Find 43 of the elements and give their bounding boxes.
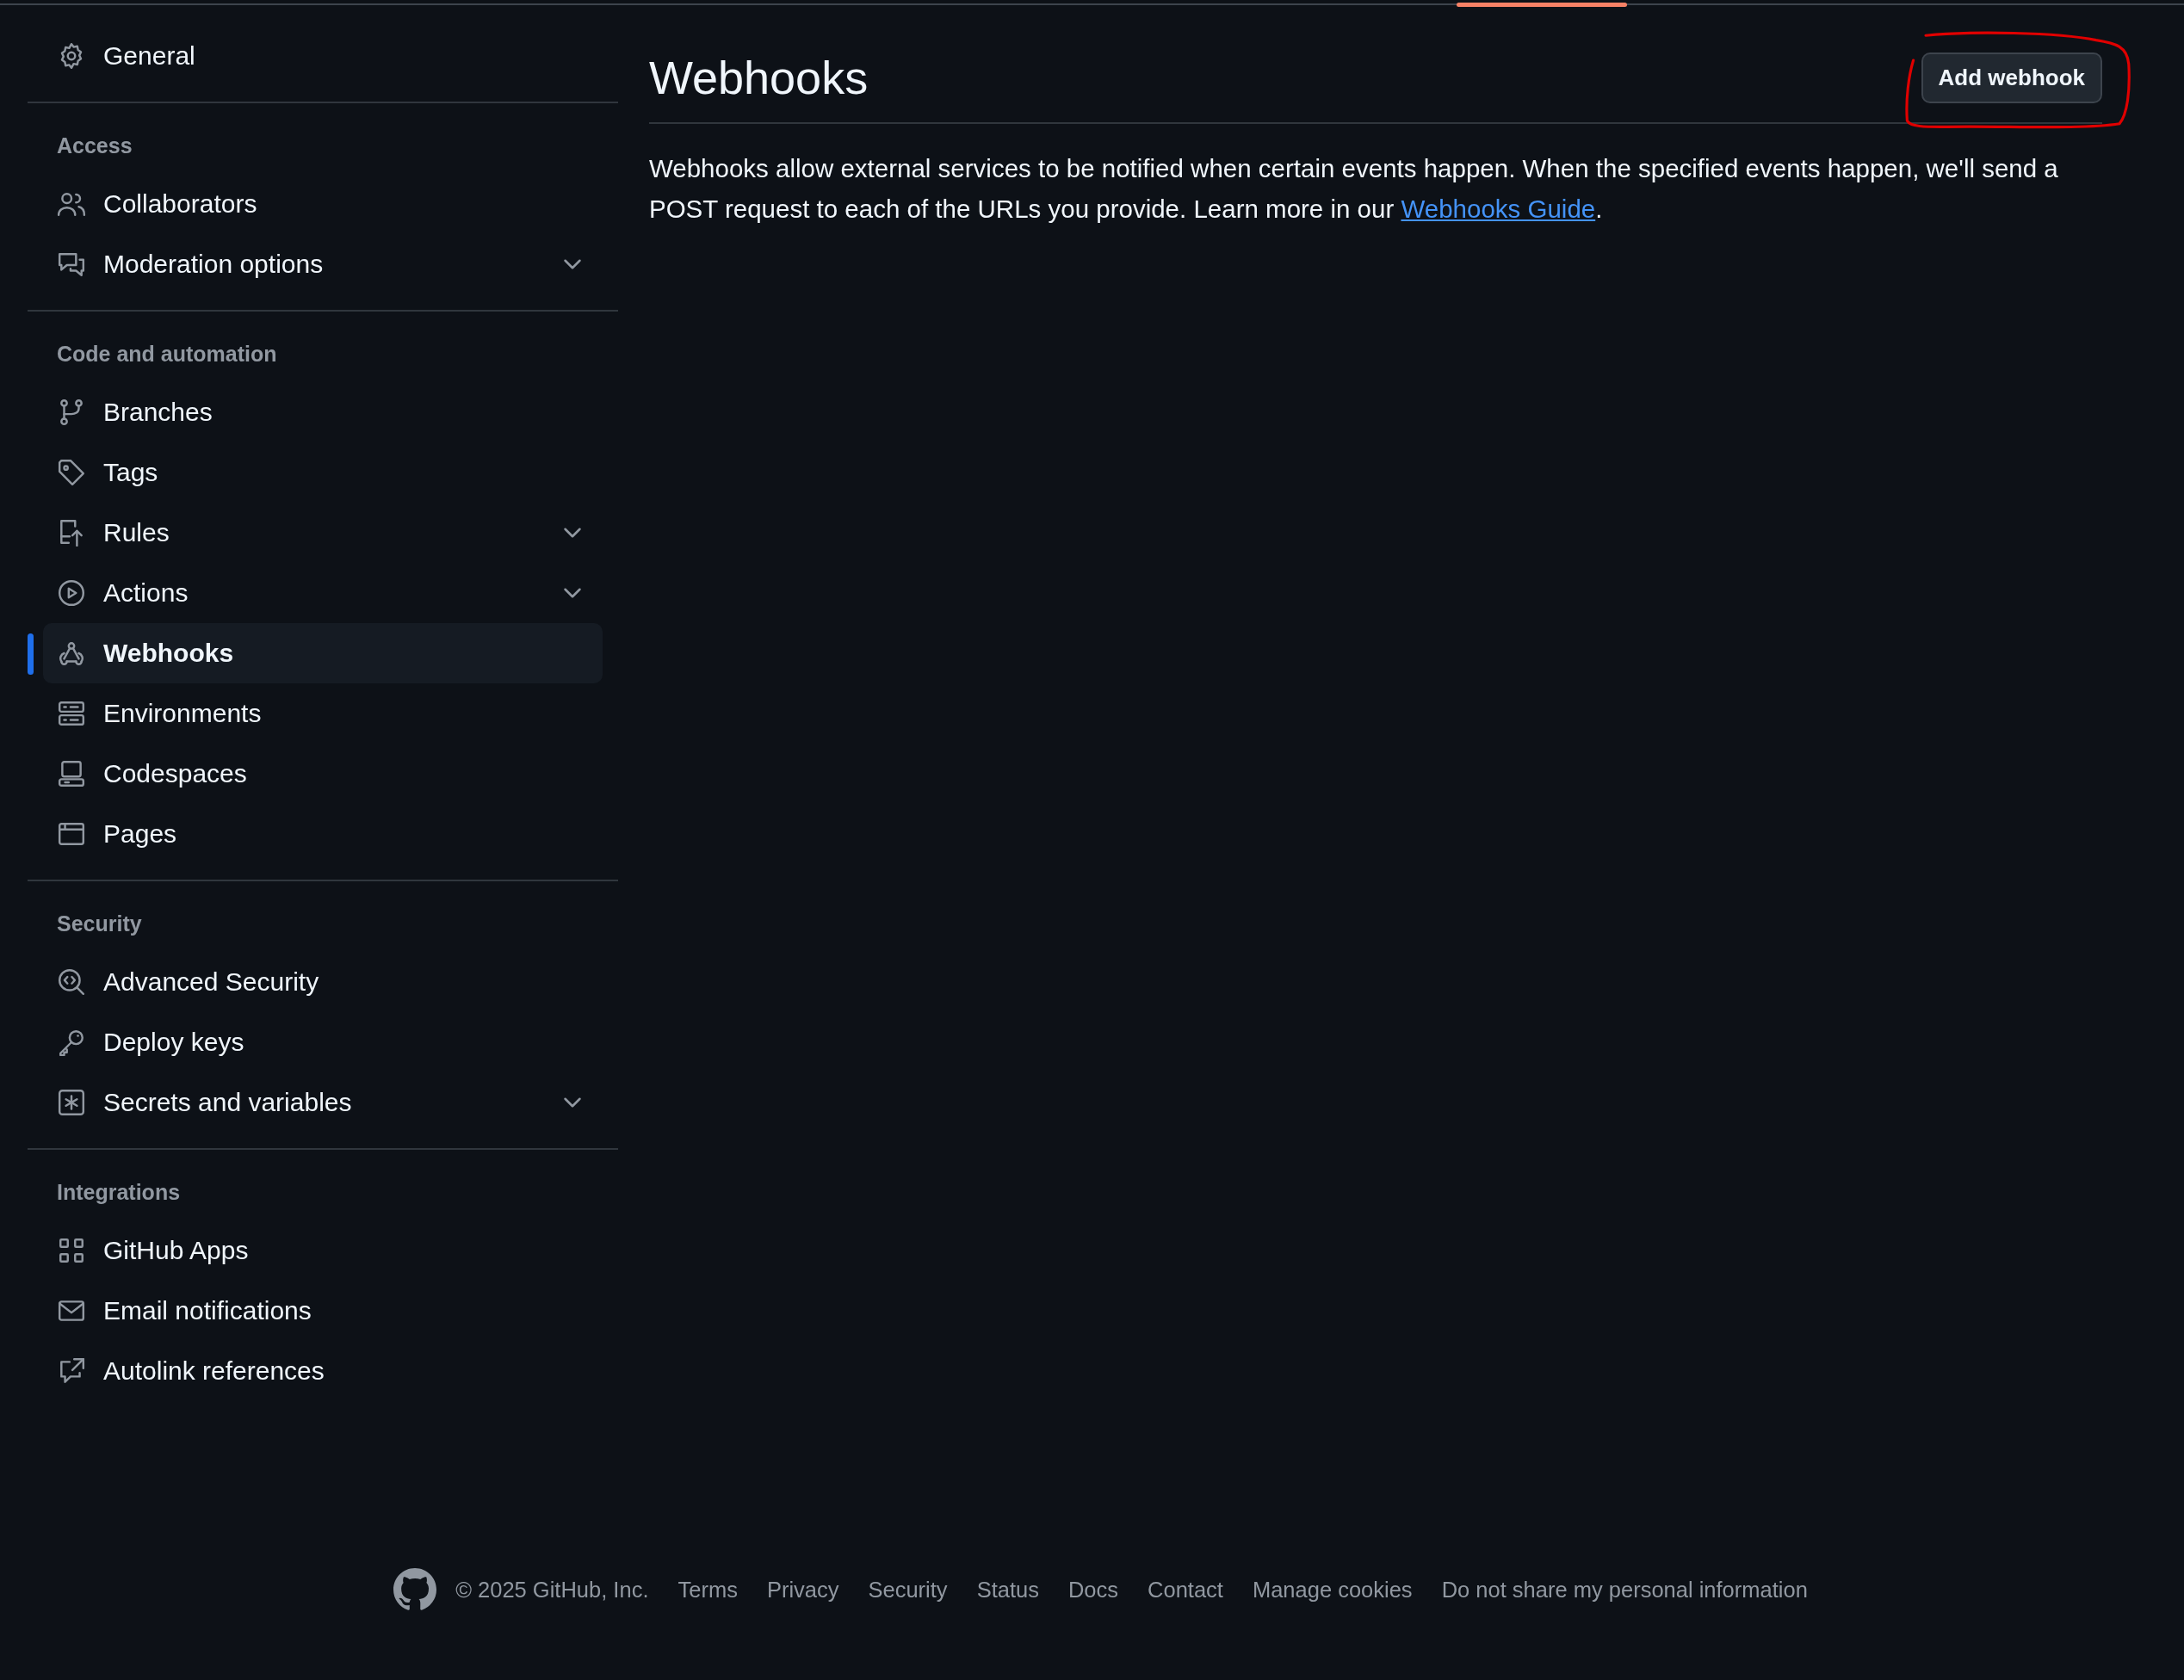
apps-grid-icon (57, 1236, 86, 1265)
sidebar-item[interactable]: Deploy keys (43, 1012, 603, 1072)
sidebar-item[interactable]: Advanced Security (43, 952, 603, 1012)
section-heading: Security (56, 911, 143, 937)
footer-link[interactable]: Docs (1067, 1577, 1119, 1603)
sidebar-item[interactable]: Rules (43, 503, 603, 563)
footer-link[interactable]: Terms (677, 1577, 738, 1603)
sidebar-item[interactable]: Collaborators (43, 174, 603, 234)
add-webhook-button[interactable]: Add webhook (1921, 52, 2102, 103)
footer-link[interactable]: Manage cookies (1252, 1577, 1413, 1603)
sidebar-item[interactable]: Branches (43, 382, 603, 442)
sidebar-item[interactable]: Email notifications (43, 1281, 603, 1341)
sidebar-item[interactable]: Codespaces (43, 744, 603, 804)
tag-icon (57, 458, 86, 487)
computer-icon (57, 759, 86, 788)
sidebar-item[interactable]: General (43, 26, 603, 86)
footer-link[interactable]: Contact (1148, 1577, 1223, 1603)
code-search-icon (57, 967, 86, 997)
footer-link[interactable]: Privacy (766, 1577, 839, 1603)
sidebar-item[interactable]: GitHub Apps (43, 1220, 603, 1281)
footer-link[interactable]: Security (868, 1577, 948, 1603)
sidebar-item[interactable]: Moderation options (43, 234, 603, 294)
sidebar-item[interactable]: Secrets and variables (43, 1072, 603, 1133)
sidebar-item[interactable]: Actions (43, 563, 603, 623)
asterisk-icon (57, 1088, 86, 1117)
description-text: Webhooks allow external services to be notified when certain events happen. When the specified events happen, we'll send a POST request to each of the URLs you provide. Learn more in our Webhooks Guide. (649, 153, 2059, 225)
section-heading: Integrations (56, 1179, 182, 1206)
sidebar-item[interactable]: Autolink references (43, 1341, 603, 1401)
footer-link[interactable]: Status (976, 1577, 1039, 1603)
footer-link[interactable]: Do not share my personal information (1441, 1577, 1808, 1603)
key-icon (57, 1028, 86, 1057)
sidebar-item[interactable]: Environments (43, 683, 603, 744)
copyright-text: © 2025 GitHub, Inc. (455, 1577, 649, 1603)
section-heading: Code and automation (56, 341, 278, 368)
server-icon (57, 699, 86, 728)
page-title: Webhooks (649, 51, 869, 105)
play-icon (57, 578, 86, 608)
webhooks-guide-link[interactable]: Webhooks Guide (1401, 195, 1596, 223)
github-logo-icon[interactable] (393, 1568, 437, 1611)
sidebar-item[interactable]: Webhooks (43, 623, 603, 683)
sidebar-item[interactable]: Pages (43, 804, 603, 864)
section-heading: Access (56, 133, 133, 159)
sidebar-item[interactable]: Tags (43, 442, 603, 503)
